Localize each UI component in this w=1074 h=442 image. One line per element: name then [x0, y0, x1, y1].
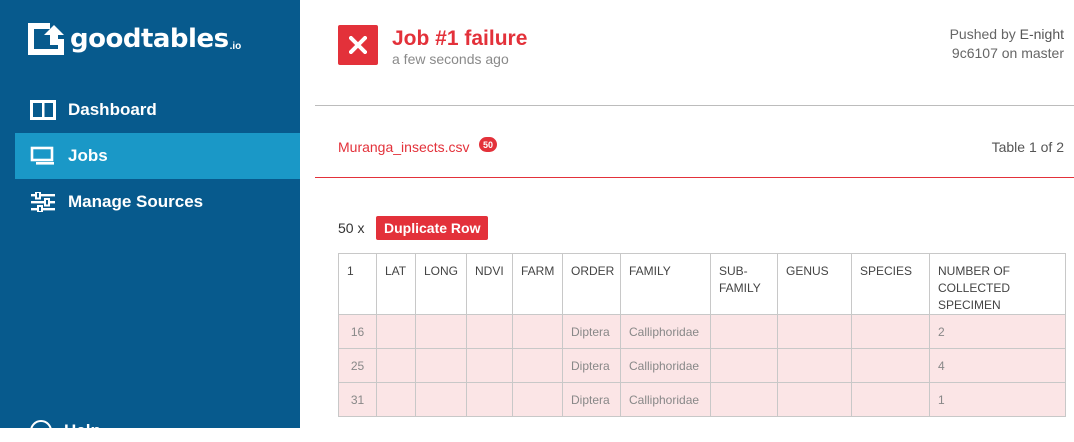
row-number-cell: 25 [338, 348, 377, 383]
commit-info[interactable]: 9c6107 on master [950, 44, 1064, 63]
failure-icon [338, 25, 378, 65]
table-cell [710, 348, 778, 383]
table-cell [777, 348, 852, 383]
table-cell [777, 314, 852, 349]
column-header: GENUS [777, 253, 852, 315]
table-cell: 1 [929, 382, 1066, 417]
table-position: Table 1 of 2 [991, 139, 1064, 155]
table-cell: 4 [929, 348, 1066, 383]
push-info: Pushed by E-night 9c6107 on master [950, 25, 1064, 63]
sidebar-item-dashboard[interactable]: Dashboard [15, 87, 300, 133]
table-cell [415, 348, 467, 383]
column-header: NDVI [466, 253, 513, 315]
column-header: LONG [415, 253, 467, 315]
error-type-tag[interactable]: Duplicate Row [376, 216, 489, 240]
table-cell [512, 314, 563, 349]
row-number-cell: 31 [338, 382, 377, 417]
logo-domain: .io [229, 41, 242, 52]
table-cell [710, 314, 778, 349]
sidebar-item-help[interactable]: Help [30, 420, 101, 442]
table-row: 16 Diptera Calliphoridae 2 [338, 314, 1066, 349]
table-cell [376, 314, 416, 349]
job-timestamp: a few seconds ago [392, 51, 509, 67]
column-header: ORDER [562, 253, 621, 315]
sidebar-item-manage-sources[interactable]: Manage Sources [15, 179, 300, 225]
divider [315, 105, 1074, 106]
table-cell [851, 382, 930, 417]
table-cell [512, 382, 563, 417]
table-cell [415, 314, 467, 349]
table-cell: Diptera [562, 382, 621, 417]
table-cell [851, 348, 930, 383]
divider [315, 177, 1074, 178]
table-cell: Diptera [562, 348, 621, 383]
pushed-by-user[interactable]: E-night [1020, 26, 1064, 42]
column-header: NUMBER OF COLLECTED SPECIMEN [929, 253, 1066, 315]
column-header: SUB-FAMILY [710, 253, 778, 315]
error-count: 50 x [338, 220, 365, 236]
pushed-by-label: Pushed by [949, 26, 1016, 42]
table-cell: Calliphoridae [620, 348, 711, 383]
sidebar: goodtables .io Dashboard Jobs Manage Sou… [0, 0, 300, 442]
table-cell [466, 348, 513, 383]
table-cell [512, 348, 563, 383]
table-row: 25 Diptera Calliphoridae 4 [338, 348, 1066, 383]
goodtables-logo[interactable]: goodtables .io [26, 19, 241, 59]
file-link[interactable]: Muranga_insects.csv [338, 139, 470, 155]
sidebar-item-label: Help [64, 421, 101, 440]
table-cell: Calliphoridae [620, 314, 711, 349]
table-cell: Diptera [562, 314, 621, 349]
table-cell: Calliphoridae [620, 382, 711, 417]
column-header: FARM [512, 253, 563, 315]
monitor-icon [30, 146, 56, 166]
error-table: 1 LAT LONG NDVI FARM ORDER FAMILY SUB-FA… [338, 253, 1066, 417]
column-header: LAT [376, 253, 416, 315]
table-header-row: 1 LAT LONG NDVI FARM ORDER FAMILY SUB-FA… [338, 253, 1066, 315]
column-header: SPECIES [851, 253, 930, 315]
table-cell [777, 382, 852, 417]
table-cell [710, 382, 778, 417]
table-cell [466, 382, 513, 417]
table-row: 31 Diptera Calliphoridae 1 [338, 382, 1066, 417]
column-header: 1 [338, 253, 377, 315]
table-cell [851, 314, 930, 349]
main-content: Job #1 failure a few seconds ago Pushed … [315, 0, 1074, 428]
logo-text: goodtables [70, 24, 229, 54]
sidebar-item-label: Manage Sources [68, 192, 204, 211]
row-number-cell: 16 [338, 314, 377, 349]
sliders-icon [30, 192, 56, 212]
help-icon [30, 420, 52, 442]
columns-icon [30, 100, 56, 120]
table-cell [466, 314, 513, 349]
column-header: FAMILY [620, 253, 711, 315]
table-cell [415, 382, 467, 417]
logo-icon [28, 23, 64, 55]
table-cell [376, 348, 416, 383]
sidebar-item-label: Jobs [68, 146, 108, 165]
sidebar-item-jobs[interactable]: Jobs [15, 133, 300, 179]
sidebar-item-label: Dashboard [68, 100, 157, 119]
table-cell [376, 382, 416, 417]
table-cell: 2 [929, 314, 1066, 349]
error-count-badge: 50 [479, 137, 497, 152]
job-title: Job #1 failure [392, 27, 528, 50]
